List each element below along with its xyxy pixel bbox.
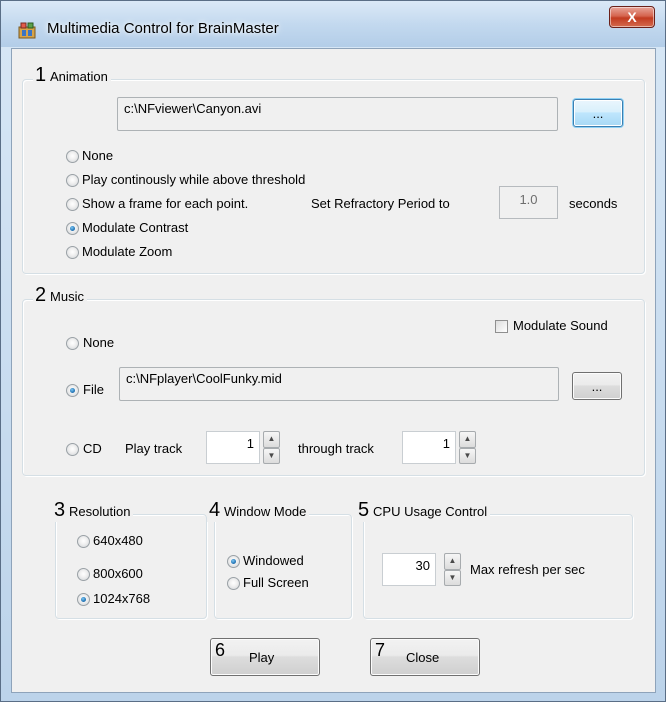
- resolution-640-label[interactable]: 640x480: [93, 533, 143, 548]
- animation-browse-button[interactable]: ...: [573, 99, 623, 127]
- music-none-radio[interactable]: [66, 337, 79, 350]
- window-mode-group-label: 4 Window Mode: [207, 499, 310, 522]
- app-icon: [18, 22, 36, 39]
- chevron-down-icon[interactable]: ▼: [444, 569, 461, 586]
- modulate-sound-label[interactable]: Modulate Sound: [513, 318, 608, 333]
- dialog-client-area: 1 Animation c:\NFviewer\Canyon.avi ... N…: [11, 48, 656, 693]
- cpu-usage-group-label: 5 CPU Usage Control: [356, 499, 491, 522]
- chevron-up-icon[interactable]: ▲: [459, 431, 476, 448]
- animation-label: Animation: [50, 69, 108, 84]
- close-number: 7: [375, 640, 386, 660]
- music-none-label[interactable]: None: [83, 335, 114, 350]
- resolution-800-label[interactable]: 800x600: [93, 566, 143, 581]
- music-cd-label[interactable]: CD: [83, 441, 102, 456]
- animation-modulate-contrast-radio[interactable]: [66, 222, 79, 235]
- animation-play-continuously-label[interactable]: Play continously while above threshold: [82, 172, 305, 187]
- animation-modulate-zoom-label[interactable]: Modulate Zoom: [82, 244, 172, 259]
- resolution-1024-label[interactable]: 1024x768: [93, 591, 150, 606]
- through-track-label: through track: [298, 441, 374, 456]
- animation-none-radio[interactable]: [66, 150, 79, 163]
- max-refresh-label: Max refresh per sec: [470, 562, 585, 577]
- cpu-usage-group: 5 CPU Usage Control 30 ▲ ▼ Max refresh p…: [356, 499, 633, 619]
- music-cd-radio[interactable]: [66, 443, 79, 456]
- dialog-window: Multimedia Control for BrainMaster X 1 A…: [0, 0, 666, 702]
- animation-show-frame-label[interactable]: Show a frame for each point.: [82, 196, 248, 211]
- music-file-label[interactable]: File: [83, 382, 104, 397]
- window-close-button[interactable]: X: [609, 6, 655, 28]
- window-mode-number: 4: [209, 499, 221, 521]
- chevron-up-icon[interactable]: ▲: [263, 431, 280, 448]
- play-number: 6: [215, 640, 226, 660]
- resolution-group-label: 3 Resolution: [52, 499, 134, 522]
- window-title: Multimedia Control for BrainMaster: [47, 20, 279, 37]
- chevron-up-icon[interactable]: ▲: [444, 553, 461, 570]
- cpu-usage-number: 5: [358, 499, 370, 521]
- music-group-label: 2 Music: [33, 284, 87, 307]
- resolution-label: Resolution: [69, 504, 131, 519]
- window-mode-group: 4 Window Mode Windowed Full Screen: [207, 499, 352, 619]
- refractory-unit-label: seconds: [569, 196, 618, 211]
- max-refresh-input[interactable]: 30: [382, 553, 436, 586]
- full-screen-label[interactable]: Full Screen: [243, 575, 309, 590]
- play-label: Play: [249, 650, 275, 665]
- animation-play-continuously-radio[interactable]: [66, 174, 79, 187]
- music-file-path: c:\NFplayer\CoolFunky.mid: [119, 367, 559, 401]
- modulate-sound-checkbox[interactable]: [495, 320, 508, 333]
- play-button[interactable]: 6 Play: [210, 638, 320, 676]
- refractory-period-label: Set Refractory Period to: [311, 196, 450, 211]
- animation-show-frame-radio[interactable]: [66, 198, 79, 211]
- music-label: Music: [50, 289, 84, 304]
- resolution-1024-radio[interactable]: [77, 593, 90, 606]
- cpu-usage-label: CPU Usage Control: [373, 504, 488, 519]
- refractory-period-input[interactable]: 1.0: [499, 186, 558, 219]
- animation-group-label: 1 Animation: [33, 64, 111, 87]
- animation-file-path: c:\NFviewer\Canyon.avi: [117, 97, 558, 131]
- resolution-number: 3: [54, 499, 66, 521]
- play-track-input[interactable]: 1: [206, 431, 260, 464]
- music-file-radio[interactable]: [66, 384, 79, 397]
- windowed-radio[interactable]: [227, 555, 240, 568]
- max-refresh-spinner[interactable]: ▲ ▼: [444, 553, 461, 586]
- windowed-label[interactable]: Windowed: [243, 553, 304, 568]
- full-screen-radio[interactable]: [227, 577, 240, 590]
- music-number: 2: [35, 284, 47, 306]
- resolution-640-radio[interactable]: [77, 535, 90, 548]
- resolution-group: 3 Resolution 640x480 800x600 1024x768: [52, 499, 207, 619]
- close-label: Close: [406, 650, 440, 665]
- through-track-input[interactable]: 1: [402, 431, 456, 464]
- animation-modulate-zoom-radio[interactable]: [66, 246, 79, 259]
- window-mode-label: Window Mode: [224, 504, 307, 519]
- music-group: 2 Music Modulate Sound None File c:\NFpl…: [22, 284, 645, 476]
- play-track-spinner[interactable]: ▲ ▼: [263, 431, 280, 464]
- chevron-down-icon[interactable]: ▼: [459, 447, 476, 464]
- through-track-spinner[interactable]: ▲ ▼: [459, 431, 476, 464]
- title-bar[interactable]: Multimedia Control for BrainMaster X: [1, 1, 665, 47]
- animation-none-label[interactable]: None: [82, 148, 113, 163]
- animation-group: 1 Animation c:\NFviewer\Canyon.avi ... N…: [22, 64, 645, 274]
- play-track-label: Play track: [125, 441, 183, 456]
- close-button[interactable]: 7 Close: [370, 638, 480, 676]
- chevron-down-icon[interactable]: ▼: [263, 447, 280, 464]
- animation-number: 1: [35, 64, 47, 86]
- resolution-800-radio[interactable]: [77, 568, 90, 581]
- animation-modulate-contrast-label[interactable]: Modulate Contrast: [82, 220, 188, 235]
- music-browse-button[interactable]: ...: [572, 372, 622, 400]
